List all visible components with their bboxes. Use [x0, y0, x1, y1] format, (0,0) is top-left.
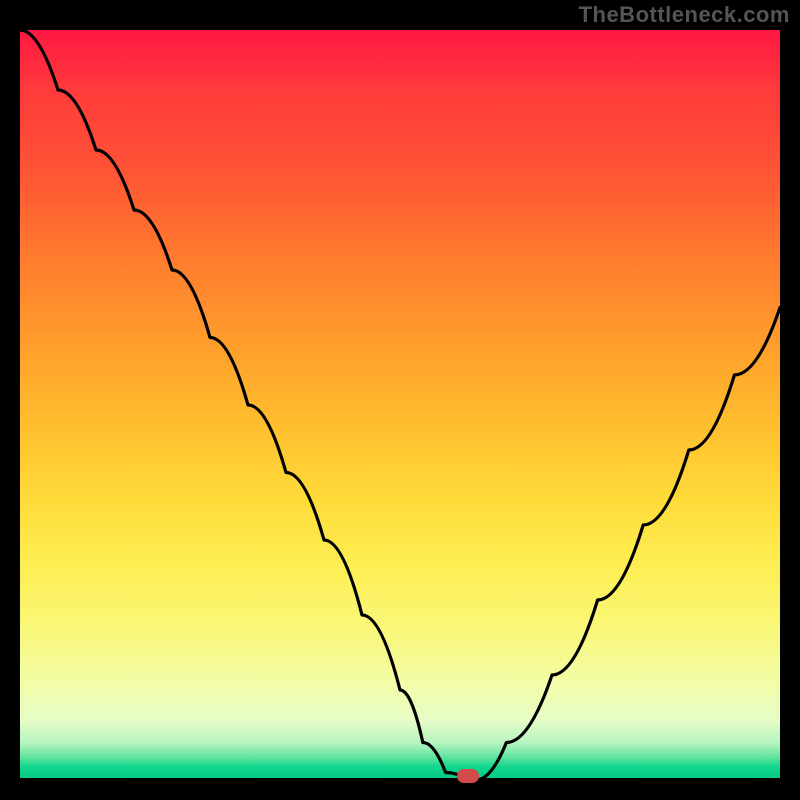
bottleneck-curve — [20, 30, 780, 780]
chart-frame: TheBottleneck.com — [0, 0, 800, 800]
curve-path — [20, 30, 780, 780]
optimum-marker — [457, 769, 479, 783]
watermark-text: TheBottleneck.com — [579, 2, 790, 28]
plot-area — [20, 30, 780, 780]
